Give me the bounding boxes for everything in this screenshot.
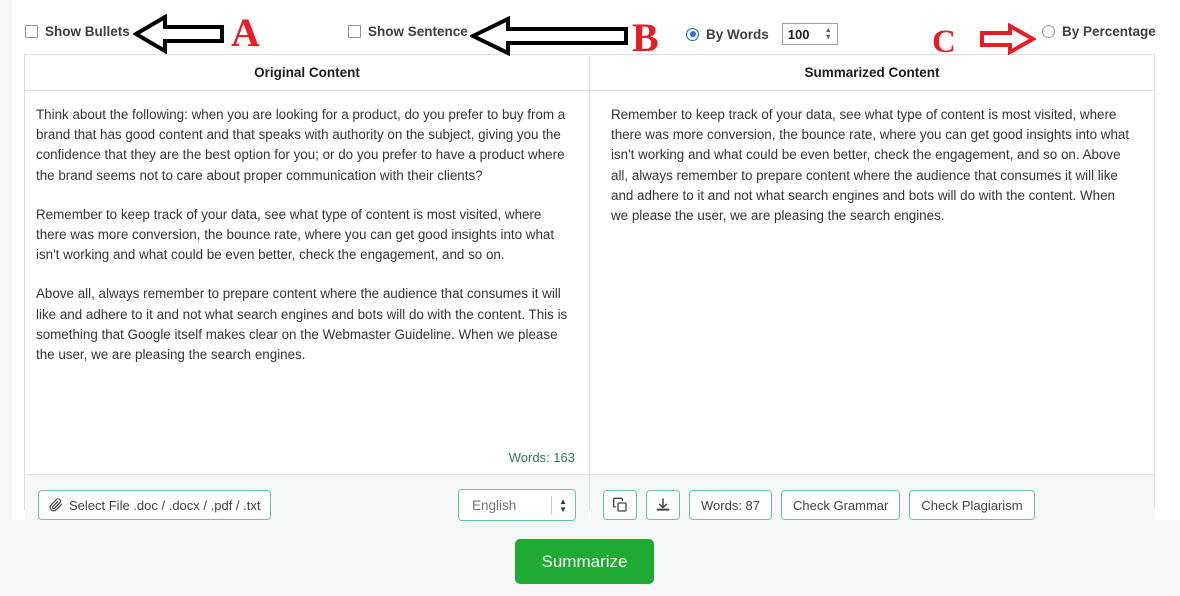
check-plagiarism-label: Check Plagiarism — [921, 497, 1023, 513]
summarized-content-toolbar: Words: 87 Check Grammar Check Plagiarism — [590, 474, 1154, 535]
summarize-button[interactable]: Summarize — [515, 539, 654, 584]
original-content-toolbar: Select File .doc / .docx / .pdf / .txt E… — [25, 474, 589, 535]
check-grammar-label: Check Grammar — [793, 497, 889, 513]
original-content-panel: Original Content Think about the followi… — [24, 54, 590, 535]
by-words-label: By Words — [706, 26, 769, 42]
summarized-content-textarea[interactable]: Remember to keep track of your data, see… — [590, 91, 1154, 474]
language-divider — [551, 496, 553, 514]
annotation-arrow-b-icon — [468, 15, 630, 61]
by-percentage-radio[interactable] — [1042, 25, 1055, 38]
show-bullets-label: Show Bullets — [45, 24, 130, 39]
word-limit-stepper[interactable]: ▲ ▼ — [822, 27, 835, 41]
original-paragraph: Remember to keep track of your data, see… — [36, 206, 555, 263]
summarized-content-title: Summarized Content — [590, 55, 1154, 91]
summarized-content-panel: Summarized Content Remember to keep trac… — [589, 54, 1155, 535]
summarized-word-count-label: Words: 87 — [701, 497, 761, 513]
chevron-updown-icon[interactable]: ▲ ▼ — [559, 496, 567, 514]
copy-button[interactable] — [603, 490, 637, 520]
paperclip-icon — [49, 498, 63, 512]
download-button[interactable] — [646, 490, 680, 520]
original-paragraph: Think about the following: when you are … — [36, 107, 566, 183]
language-value: English — [472, 497, 517, 513]
annotation-letter-b: B — [632, 15, 659, 60]
select-file-button[interactable]: Select File .doc / .docx / .pdf / .txt — [38, 490, 272, 520]
select-file-label: Select File .doc / .docx / .pdf / .txt — [69, 497, 261, 513]
by-percentage-label: By Percentage — [1062, 24, 1156, 39]
word-limit-value: 100 — [787, 26, 810, 42]
chevron-up-icon: ▲ — [559, 496, 567, 506]
show-sentence-label: Show Sentence — [368, 24, 468, 39]
original-content-textarea[interactable]: Think about the following: when you are … — [25, 91, 589, 474]
chevron-down-icon: ▼ — [559, 504, 567, 514]
check-plagiarism-button[interactable]: Check Plagiarism — [909, 490, 1035, 520]
annotation-letter-a: A — [231, 10, 260, 55]
stepper-down-icon[interactable]: ▼ — [825, 34, 832, 41]
summarized-word-count: Words: 87 — [689, 490, 773, 520]
word-limit-input[interactable]: 100 ▲ ▼ — [781, 23, 838, 45]
annotation-letter-c: C — [932, 24, 956, 60]
summarized-paragraph: Remember to keep track of your data, see… — [611, 107, 1130, 224]
annotation-arrow-a-icon — [132, 13, 225, 59]
by-words-radio[interactable] — [686, 27, 699, 41]
show-sentence-option[interactable]: Show Sentence — [348, 24, 468, 39]
show-bullets-option[interactable]: Show Bullets — [25, 24, 130, 39]
show-bullets-checkbox[interactable] — [25, 25, 38, 38]
check-grammar-button[interactable]: Check Grammar — [781, 490, 901, 520]
stepper-up-icon[interactable]: ▲ — [825, 27, 832, 34]
original-paragraph: Above all, always remember to prepare co… — [36, 286, 568, 363]
by-percentage-option[interactable]: By Percentage — [1042, 24, 1156, 39]
annotation-arrow-c-icon — [978, 22, 1038, 60]
download-icon — [655, 497, 671, 513]
summarizer-page: Show Bullets Show Sentence By Words 100 … — [0, 0, 1180, 596]
language-select[interactable]: English ▲ ▼ — [458, 489, 576, 521]
original-word-count: Words: 163 — [508, 450, 575, 465]
show-sentence-checkbox[interactable] — [348, 25, 361, 38]
copy-icon — [612, 497, 628, 513]
by-words-option[interactable]: By Words 100 ▲ ▼ — [686, 23, 838, 45]
